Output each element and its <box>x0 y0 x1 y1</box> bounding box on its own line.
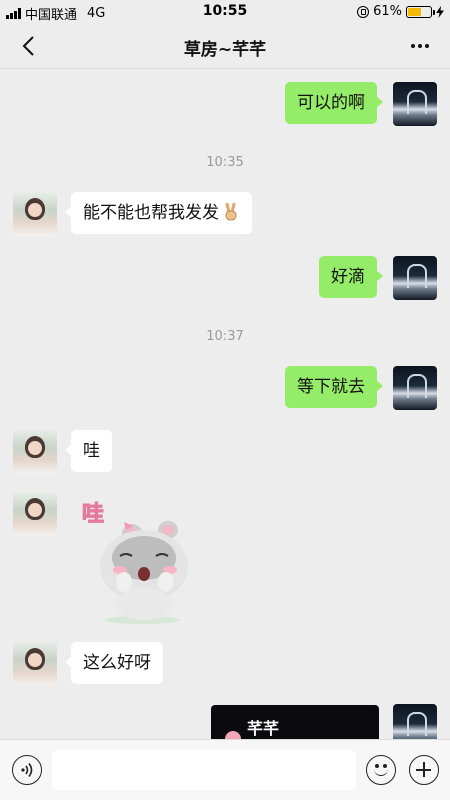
more-button[interactable] <box>404 32 436 60</box>
more-icon-dot <box>425 44 429 48</box>
contact-avatar[interactable] <box>13 430 57 474</box>
nav-bar: 草房~芊芊 <box>0 24 450 69</box>
self-avatar[interactable] <box>393 704 437 739</box>
self-avatar[interactable] <box>393 82 437 126</box>
contact-avatar[interactable] <box>13 642 57 686</box>
contact-avatar[interactable] <box>13 192 57 236</box>
message-bubble-outgoing[interactable]: 等下就去 <box>285 366 383 408</box>
message-bubble-incoming[interactable]: 能不能也帮我发发 <box>65 192 252 234</box>
message-input[interactable] <box>52 750 356 790</box>
chat-title: 草房~芊芊 <box>183 40 267 60</box>
battery-icon <box>406 5 435 18</box>
emoji-button[interactable] <box>366 755 396 785</box>
emoji-icon-mouth <box>374 768 388 776</box>
hamster-sticker-art <box>100 521 188 624</box>
image-message[interactable]: 芊芊 <box>211 705 379 739</box>
status-bar: 中国联通 4G 10:55 61% <box>0 0 450 24</box>
back-chevron-icon <box>22 36 34 56</box>
self-avatar[interactable] <box>393 256 437 300</box>
self-avatar[interactable] <box>393 366 437 410</box>
battery-percent: 61% <box>373 4 402 19</box>
image-message-text: 芊芊 <box>247 719 280 738</box>
more-icon <box>411 44 415 48</box>
battery-fill <box>408 7 422 16</box>
contact-avatar[interactable] <box>13 492 57 536</box>
voice-icon <box>21 763 33 777</box>
orientation-lock-icon <box>357 5 370 18</box>
message-bubble-incoming[interactable]: 这么好呀 <box>65 642 163 684</box>
victory-hand-icon <box>225 203 237 221</box>
more-icon-dot <box>418 44 422 48</box>
back-button[interactable] <box>14 32 42 60</box>
voice-button[interactable] <box>12 755 42 785</box>
message-timestamp: 10:37 <box>206 329 244 344</box>
message-bubble-outgoing[interactable]: 可以的啊 <box>285 82 383 124</box>
surprised-hamster-sticker[interactable]: 哇 <box>80 496 200 626</box>
charging-icon <box>436 5 444 18</box>
message-bubble-outgoing[interactable]: 好滴 <box>319 256 383 298</box>
status-right: 61% <box>357 4 444 19</box>
message-timestamp: 10:35 <box>206 155 244 170</box>
flower-icon <box>225 731 241 739</box>
message-text: 能不能也帮我发发 <box>83 203 219 223</box>
chat-area[interactable]: 可以的啊 10:35 能不能也帮我发发 好滴 10:37 等下就去 哇 哇 这么… <box>0 70 450 739</box>
input-bar <box>0 739 450 800</box>
plus-button[interactable] <box>409 755 439 785</box>
message-bubble-incoming[interactable]: 哇 <box>65 430 112 472</box>
